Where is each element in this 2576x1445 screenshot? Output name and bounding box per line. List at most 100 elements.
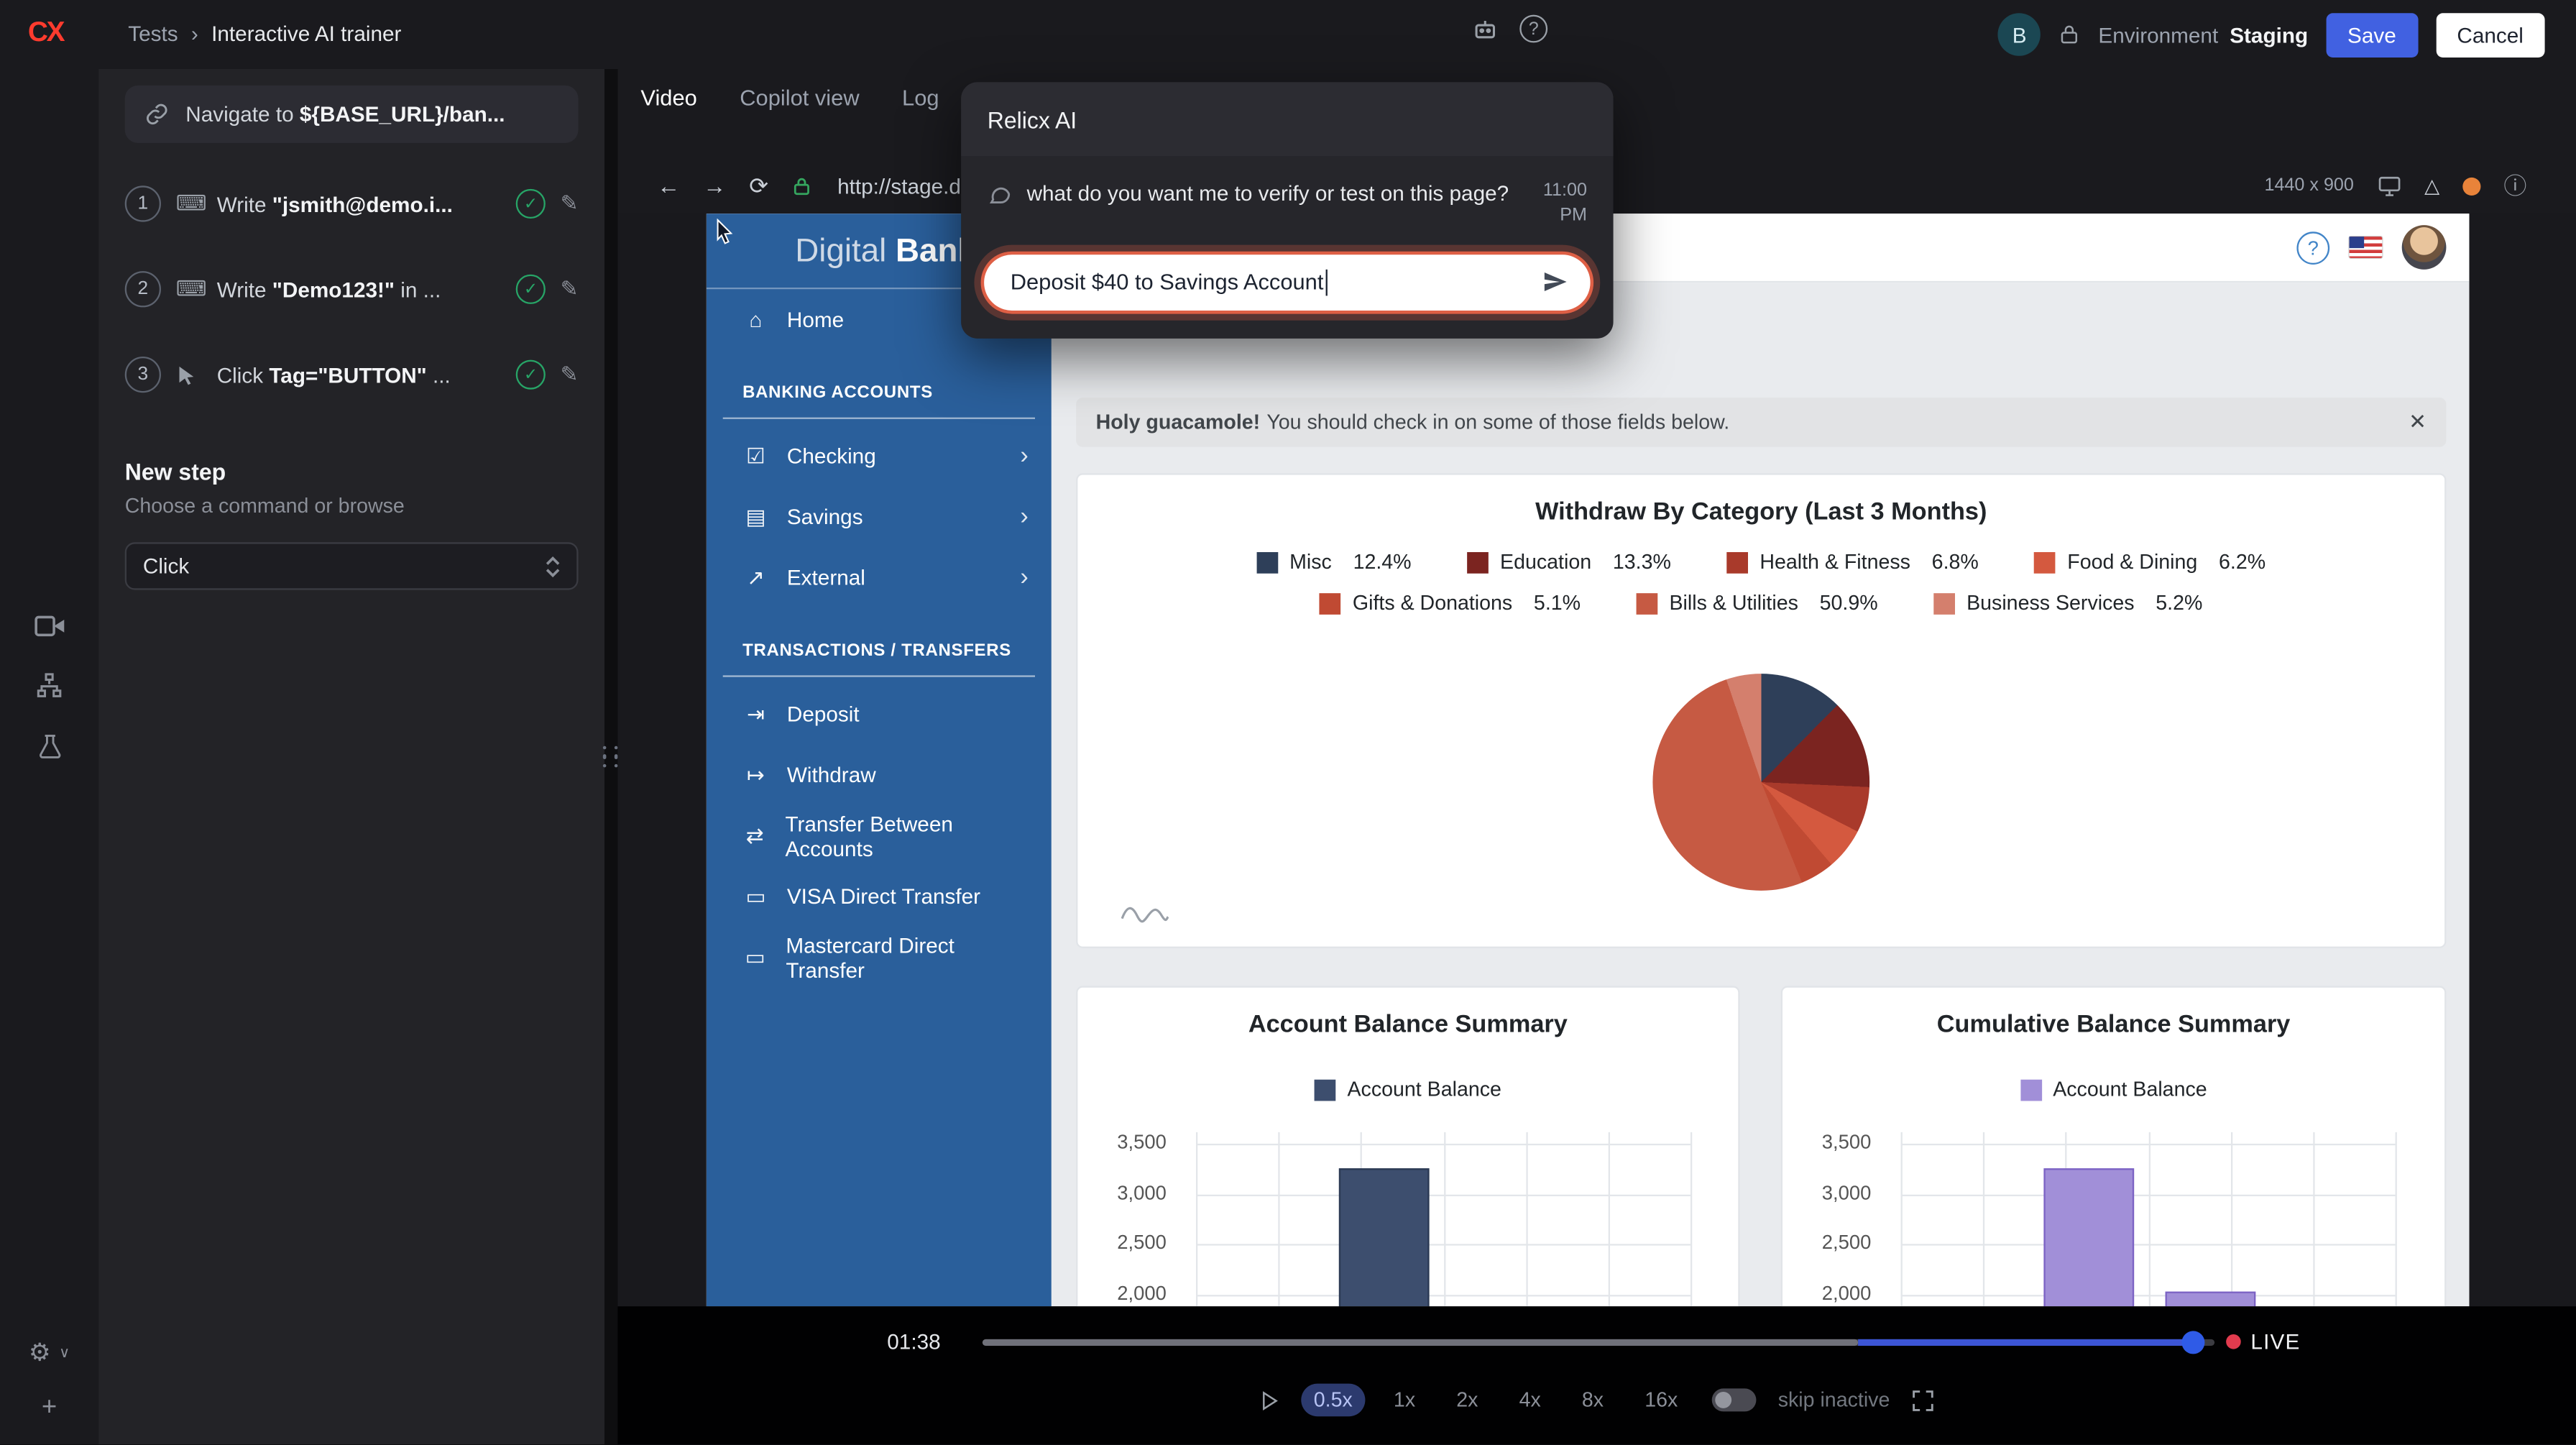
edit-pencil-icon[interactable]: ✎ [561, 276, 579, 303]
step-label: Write "jsmith@demo.i... [217, 191, 502, 216]
breadcrumb-page: Interactive AI trainer [211, 22, 401, 46]
ai-prompt-input[interactable]: Deposit $40 to Savings Account [981, 251, 1594, 313]
video-progress-bar[interactable] [983, 1339, 2214, 1346]
pie-legend-row: Gifts & Donations5.1%Bills & Utilities50… [1077, 592, 2444, 615]
nav-item-deposit[interactable]: ⇥Deposit [707, 684, 1052, 745]
help-icon[interactable]: ? [1519, 15, 1547, 43]
navigate-step[interactable]: Navigate to ${BASE_URL}/ban... [125, 86, 579, 143]
nav-item-visa-direct-transfer[interactable]: ▭VISA Direct Transfer [707, 866, 1052, 927]
flask-icon[interactable] [37, 733, 61, 759]
chat-bubble-icon [988, 183, 1012, 207]
plot-area [1196, 1132, 1690, 1306]
info-icon[interactable]: ⓘ [2503, 169, 2526, 202]
gridline [1526, 1132, 1527, 1306]
speed-buttons: 0.5x 1x 2x 4x 8x 16x [1300, 1384, 1690, 1417]
cancel-button[interactable]: Cancel [2436, 12, 2545, 57]
legend-percentage: 5.2% [2156, 592, 2202, 615]
refresh-icon[interactable]: ⟳ [749, 172, 768, 200]
message-timestamp: 11:00PM [1543, 179, 1587, 229]
speed-4x[interactable]: 4x [1506, 1384, 1554, 1417]
fullscreen-icon[interactable] [1911, 1387, 1936, 1412]
record-dot-icon[interactable] [2462, 177, 2480, 195]
skip-inactive-toggle[interactable] [1712, 1388, 1757, 1411]
progress-knob[interactable] [2182, 1331, 2205, 1354]
chevron-down-icon[interactable]: ∨ [59, 1344, 70, 1362]
panel-resize-handle[interactable] [604, 69, 617, 1444]
legend-percentage: 6.2% [2219, 551, 2266, 574]
forward-icon[interactable]: → [703, 173, 726, 199]
add-icon[interactable]: + [42, 1393, 57, 1423]
progress-buffered [983, 1339, 1857, 1346]
y-tick-label: 3,500 [1117, 1131, 1167, 1154]
speed-8x[interactable]: 8x [1569, 1384, 1617, 1417]
legend-label: Food & Dining [2067, 551, 2197, 574]
nav-item-label: Deposit [787, 702, 860, 726]
step-row[interactable]: 2⌨Write "Demo123!" in ...✓✎ [125, 265, 579, 314]
cumulative-balance-card: Cumulative Balance Summary Account Balan… [1781, 986, 2447, 1306]
settings-gear-icon[interactable]: ⚙ [29, 1338, 51, 1367]
lock-icon [791, 175, 811, 196]
chevron-right-icon: › [1020, 442, 1028, 470]
steps-list: 1⌨Write "jsmith@demo.i...✓✎2⌨Write "Demo… [98, 179, 604, 399]
nav-item-savings[interactable]: ▤Savings› [707, 487, 1052, 548]
send-icon[interactable] [1541, 268, 1569, 296]
us-flag-icon[interactable] [2350, 237, 2383, 258]
nav-item-checking[interactable]: ☑Checking› [707, 426, 1052, 487]
play-icon[interactable] [1258, 1387, 1279, 1412]
command-select[interactable]: Click [125, 542, 579, 590]
speed-2x[interactable]: 2x [1443, 1384, 1491, 1417]
user-avatar[interactable]: B [1998, 13, 2041, 55]
bank-content: Dashboard Holy guacamole! You should che… [1052, 283, 2470, 1306]
speed-16x[interactable]: 16x [1632, 1384, 1691, 1417]
nav-item-transfer-between-accounts[interactable]: ⇄Transfer Between Accounts [707, 805, 1052, 866]
steps-panel: Navigate to ${BASE_URL}/ban... 1⌨Write "… [98, 69, 604, 1444]
breadcrumb-tests[interactable]: Tests [128, 22, 178, 46]
y-tick-label: 3,500 [1822, 1131, 1872, 1154]
speed-1x[interactable]: 1x [1381, 1384, 1429, 1417]
app-root: CX Tests › Interactive AI trainer ? B En… [0, 0, 2576, 1444]
edit-pencil-icon[interactable]: ✎ [561, 362, 579, 388]
step-label: Write "Demo123!" in ... [217, 277, 502, 301]
gridline [2148, 1132, 2150, 1306]
legend-label: Bills & Utilities [1669, 592, 1798, 615]
text-caret [1325, 269, 1328, 295]
legend-swatch [1320, 592, 1341, 614]
bar [2043, 1169, 2134, 1306]
nav-item-mastercard-direct-transfer[interactable]: ▭Mastercard Direct Transfer [707, 927, 1052, 988]
assistant-message: what do you want me to verify or test on… [981, 176, 1594, 252]
nav-item-label: Checking [787, 444, 876, 468]
success-check-icon: ✓ [516, 275, 546, 304]
step-row[interactable]: 1⌨Write "jsmith@demo.i...✓✎ [125, 179, 579, 229]
workflow-icon[interactable] [36, 672, 63, 699]
back-icon[interactable]: ← [657, 173, 680, 199]
nav-item-external[interactable]: ↗External› [707, 547, 1052, 608]
monitor-icon[interactable] [2377, 175, 2401, 196]
bank-user-avatar[interactable] [2402, 225, 2447, 270]
environment-value[interactable]: Staging [2230, 22, 2308, 47]
bar-chart: 3,5003,0002,5002,000 [1077, 1132, 1738, 1306]
relicx-logo[interactable]: CX [28, 17, 63, 50]
pointer-cursor-icon [714, 219, 739, 248]
close-icon[interactable]: ✕ [2409, 409, 2426, 436]
legend-swatch [2020, 1079, 2041, 1101]
y-tick-label: 3,000 [1117, 1181, 1167, 1204]
robot-icon[interactable] [1472, 16, 1499, 42]
warning-triangle-icon[interactable]: △ [2424, 174, 2439, 197]
tab-copilot-view[interactable]: Copilot view [740, 86, 859, 110]
nav-item-withdraw[interactable]: ↦Withdraw [707, 744, 1052, 805]
legend-item: Education13.3% [1467, 551, 1671, 574]
playback-controls: 0.5x1x2x4x8x16x skip inactive [617, 1384, 2576, 1417]
save-button[interactable]: Save [2326, 12, 2417, 57]
edit-pencil-icon[interactable]: ✎ [561, 191, 579, 217]
legend-percentage: 50.9% [1820, 592, 1878, 615]
speed-0.5x[interactable]: 0.5x [1300, 1384, 1366, 1417]
y-tick-label: 2,500 [1822, 1231, 1872, 1254]
video-camera-icon[interactable] [34, 615, 65, 638]
tab-log[interactable]: Log [902, 86, 939, 110]
bank-help-icon[interactable]: ? [2296, 231, 2329, 264]
legend-swatch [1315, 1079, 1336, 1101]
step-row[interactable]: 3Click Tag="BUTTON" ...✓✎ [125, 350, 579, 400]
pie-chart-title: Withdraw By Category (Last 3 Months) [1077, 498, 2444, 526]
tab-video[interactable]: Video [640, 86, 696, 110]
playback-time: 01:38 [887, 1329, 940, 1354]
